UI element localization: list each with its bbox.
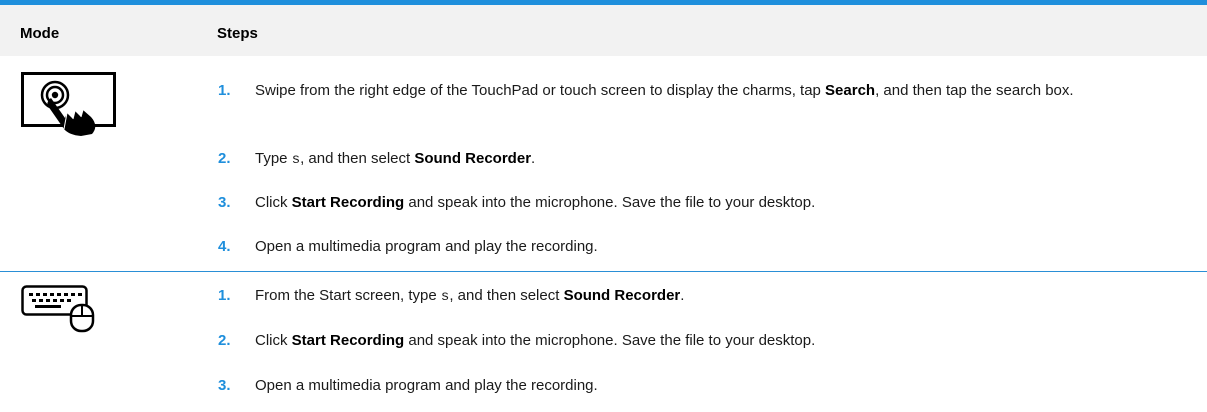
app-name: Sound Recorder xyxy=(563,287,681,304)
mode-column-header: Mode xyxy=(20,25,60,42)
step-text: Click Start Recording and speak into the… xyxy=(255,194,816,211)
step-number: 1. xyxy=(218,287,231,304)
steps-column-header: Steps xyxy=(217,25,258,42)
step-text: Swipe from the right edge of the TouchPa… xyxy=(255,82,1074,99)
step-number: 2. xyxy=(218,150,231,167)
app-name: Sound Recorder xyxy=(414,150,532,167)
typed-character: s xyxy=(291,152,301,168)
search-term: Search xyxy=(825,82,876,99)
step-text: Open a multimedia program and play the r… xyxy=(255,238,598,255)
instructions-table: Mode Steps 1. Swipe from the right edge … xyxy=(0,0,1207,412)
step-number: 4. xyxy=(218,238,231,255)
step-number: 1. xyxy=(218,82,231,99)
step-number: 3. xyxy=(218,194,231,211)
touch-gesture-icon xyxy=(21,72,116,141)
command-name: Start Recording xyxy=(291,194,405,211)
step-text: Open a multimedia program and play the r… xyxy=(255,377,598,394)
table-header: Mode Steps xyxy=(0,5,1207,56)
row-divider xyxy=(0,271,1207,272)
step-text: Click Start Recording and speak into the… xyxy=(255,332,816,349)
step-number: 2. xyxy=(218,332,231,349)
step-text: Type s, and then select Sound Recorder. xyxy=(255,150,536,168)
step-text: From the Start screen, type s, and then … xyxy=(255,287,685,305)
keyboard-mouse-icon xyxy=(21,285,101,338)
command-name: Start Recording xyxy=(291,332,405,349)
step-number: 3. xyxy=(218,377,231,394)
